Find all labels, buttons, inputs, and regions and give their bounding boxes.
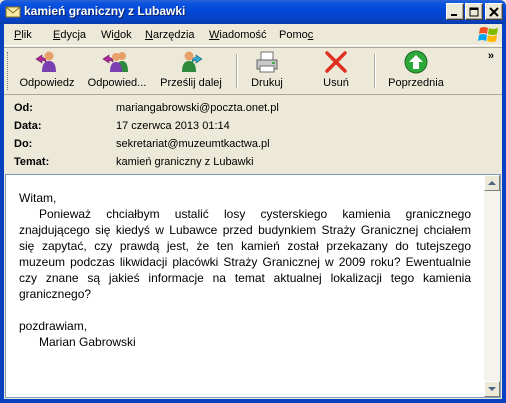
minimize-button[interactable] xyxy=(446,3,464,20)
reply-all-button[interactable]: Odpowied... xyxy=(84,50,150,92)
scroll-up-arrow-icon xyxy=(488,181,496,185)
previous-label: Poprzednia xyxy=(388,77,444,89)
to-label: Do: xyxy=(14,138,33,150)
subject-value: kamień graniczny z Lubawki xyxy=(116,156,254,168)
windows-logo-icon xyxy=(478,27,498,42)
red-x-icon xyxy=(325,51,347,73)
delete-button[interactable]: Usuń xyxy=(312,50,360,92)
delete-label: Usuń xyxy=(323,77,349,89)
maximize-button[interactable] xyxy=(465,3,483,20)
to-row: Do: sekretariat@muzeumtkactwa.pl xyxy=(14,138,494,154)
menu-help[interactable]: Pomoc xyxy=(279,29,313,41)
message-pane[interactable]: Witam, Ponieważ chciałbym ustalić losy c… xyxy=(5,174,501,398)
from-label: Od: xyxy=(14,102,33,114)
scroll-down-button[interactable] xyxy=(484,381,500,397)
forward-button[interactable]: Prześlij dalej xyxy=(156,50,226,92)
toolbar-grip[interactable] xyxy=(7,52,10,90)
forward-person-icon xyxy=(182,51,203,72)
from-row: Od: mariangabrowski@poczta.onet.pl xyxy=(14,102,494,118)
scroll-down-arrow-icon xyxy=(488,387,496,391)
vertical-scrollbar[interactable] xyxy=(484,175,500,397)
reply-all-people-icon xyxy=(102,52,128,72)
printer-icon xyxy=(256,51,278,73)
message-body[interactable]: Witam, Ponieważ chciałbym ustalić losy c… xyxy=(6,175,484,397)
message-greeting: Witam, xyxy=(19,191,57,205)
menu-bar: Plik Edycja Widok Narzędzia Wiadomość Po… xyxy=(4,24,502,46)
print-button[interactable]: Drukuj xyxy=(246,50,288,92)
subject-row: Temat: kamień graniczny z Lubawki xyxy=(14,156,494,172)
menu-file[interactable]: Plik xyxy=(14,29,32,41)
title-bar[interactable]: kamień graniczny z Lubawki xyxy=(0,0,506,24)
menu-message[interactable]: Wiadomość xyxy=(209,29,266,41)
date-value: 17 czerwca 2013 01:14 xyxy=(116,120,230,132)
minimize-icon xyxy=(451,14,457,16)
toolbar-separator xyxy=(236,54,238,88)
reply-person-icon xyxy=(35,51,56,72)
forward-label: Prześlij dalej xyxy=(160,77,222,89)
close-icon xyxy=(489,7,499,17)
from-value[interactable]: mariangabrowski@poczta.onet.pl xyxy=(116,102,279,114)
reply-all-label: Odpowied... xyxy=(87,77,147,89)
toolbar-separator xyxy=(374,54,376,88)
window-frame-right xyxy=(502,24,506,403)
reply-button[interactable]: Odpowiedz xyxy=(18,50,76,92)
window-title: kamień graniczny z Lubawki xyxy=(24,4,186,18)
to-value[interactable]: sekretariat@muzeumtkactwa.pl xyxy=(116,138,270,150)
message-paragraph: Ponieważ chciałbym ustalić losy cystersk… xyxy=(19,207,471,301)
message-closing: pozdrawiam, xyxy=(19,319,88,333)
window-frame-bottom xyxy=(0,399,506,403)
menu-view[interactable]: Widok xyxy=(101,29,132,41)
reply-label: Odpowiedz xyxy=(19,77,75,89)
date-label: Data: xyxy=(14,120,42,132)
menu-tools[interactable]: Narzędzia xyxy=(145,29,195,41)
close-button[interactable] xyxy=(485,3,503,20)
print-label: Drukuj xyxy=(251,77,283,89)
message-header: Od: mariangabrowski@poczta.onet.pl Data:… xyxy=(4,96,502,172)
toolbar: Odpowiedz Odpowied... Prześlij dalej Dru… xyxy=(4,47,502,95)
toolbar-more-chevron[interactable]: » xyxy=(488,50,494,62)
date-row: Data: 17 czerwca 2013 01:14 xyxy=(14,120,494,136)
previous-button[interactable]: Poprzednia xyxy=(384,50,448,92)
message-signature: Marian Gabrowski xyxy=(39,335,136,349)
subject-label: Temat: xyxy=(14,156,50,168)
menu-edit[interactable]: Edycja xyxy=(53,29,86,41)
green-up-arrow-icon xyxy=(404,50,428,74)
maximize-icon xyxy=(469,7,479,17)
scroll-up-button[interactable] xyxy=(484,175,500,191)
mail-envelope-icon xyxy=(5,6,21,18)
